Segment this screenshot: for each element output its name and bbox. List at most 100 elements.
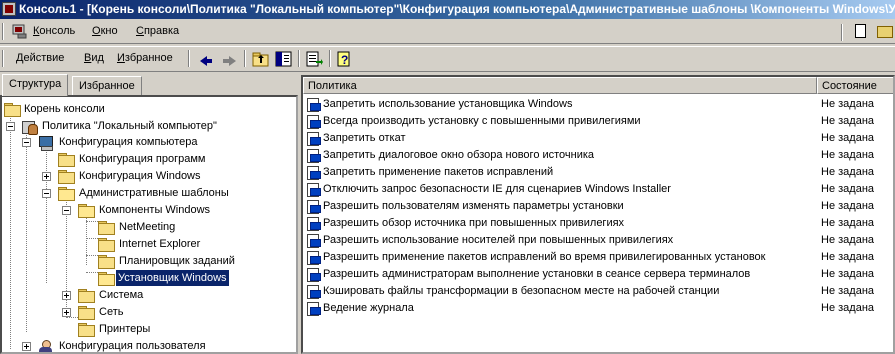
back-arrow-icon (200, 56, 212, 66)
tree-line (86, 255, 98, 256)
folder-icon (4, 103, 21, 117)
row-policy-name: Разрешить обзор источника при повышенных… (323, 217, 625, 229)
folder-icon (98, 255, 115, 269)
policy-setting-icon (307, 216, 321, 231)
policy-list[interactable]: Политика Состояние Запретить использован… (301, 75, 895, 354)
row-policy-name: Разрешить пользователям изменять парамет… (323, 200, 624, 212)
tree-tabs: Структура Избранное (0, 74, 300, 96)
actionbar-grip (2, 50, 4, 67)
menu-help-label: правка (143, 25, 180, 37)
export-list-button[interactable] (304, 50, 326, 70)
help-button[interactable]: ? (336, 50, 358, 70)
tab-structure[interactable]: Структура (2, 74, 69, 96)
tree-node-label: Корень консоли (24, 103, 105, 115)
folder-icon (98, 221, 115, 235)
expand-icon[interactable] (62, 308, 71, 317)
menu-help[interactable]: Справка (136, 25, 179, 37)
list-row[interactable]: Ведение журнала Не задана (303, 300, 893, 317)
console-tree[interactable]: Корень консоли Политика "Локальный компь… (0, 95, 298, 354)
folder-icon (78, 323, 95, 337)
window-title: Консоль1 - [Корень консоли\Политика "Лок… (19, 2, 895, 16)
row-policy-state: Не задана (821, 285, 875, 297)
forward-button[interactable] (219, 50, 241, 70)
tree-node-label: NetMeeting (119, 221, 176, 233)
folder-icon (78, 306, 95, 320)
policy-setting-icon (307, 267, 321, 282)
policy-setting-icon (307, 131, 321, 146)
tree-node-label: Административные шаблоны (79, 187, 229, 199)
new-document-icon[interactable] (855, 24, 866, 38)
back-button[interactable] (196, 50, 218, 70)
menu-console[interactable]: Консоль (33, 25, 75, 37)
collapse-icon[interactable] (6, 122, 15, 131)
list-row[interactable]: Разрешить администраторам выполнение уст… (303, 266, 893, 283)
menubar-right-toolbar (835, 21, 895, 43)
policy-setting-icon (307, 284, 321, 299)
list-row[interactable]: Кэшировать файлы трансформации в безопас… (303, 283, 893, 300)
open-folder-icon (98, 272, 115, 286)
policy-setting-icon (307, 148, 321, 163)
row-policy-state: Не задана (821, 268, 875, 280)
tree-node-label: Политика "Локальный компьютер" (42, 120, 217, 132)
expand-icon[interactable] (42, 172, 51, 181)
row-policy-name: Разрешить администраторам выполнение уст… (323, 268, 751, 280)
row-policy-name: Запретить использование установщика Wind… (323, 98, 573, 110)
up-one-level-button[interactable] (251, 50, 273, 70)
svg-text:?: ? (341, 53, 348, 67)
row-policy-name: Отключить запрос безопасности IE для сце… (323, 183, 671, 195)
menu-action-label: ействие (23, 52, 65, 64)
list-header: Политика Состояние (303, 77, 893, 94)
collapse-icon[interactable] (42, 189, 51, 198)
tree-line (10, 115, 11, 349)
list-row[interactable]: Всегда производить установку с повышенны… (303, 113, 893, 130)
menu-view-label: ид (91, 52, 104, 64)
menu-action[interactable]: Действие (16, 52, 64, 64)
list-row[interactable]: Запретить использование установщика Wind… (303, 96, 893, 113)
open-folder-icon[interactable] (877, 26, 893, 38)
menu-console-label: онсоль (39, 25, 76, 37)
menu-view[interactable]: Вид (84, 52, 104, 64)
tab-favorites[interactable]: Избранное (72, 76, 142, 96)
policy-setting-icon (307, 250, 321, 265)
row-policy-state: Не задана (821, 251, 875, 263)
mmc-app-icon (2, 2, 16, 16)
expand-icon[interactable] (22, 342, 31, 351)
row-policy-state: Не задана (821, 183, 875, 195)
tree-line (86, 221, 98, 222)
row-policy-name: Кэшировать файлы трансформации в безопас… (323, 285, 720, 297)
list-row[interactable]: Разрешить пользователям изменять парамет… (303, 198, 893, 215)
folder-icon (98, 238, 115, 252)
tree-line (86, 272, 98, 273)
policy-setting-icon (307, 199, 321, 214)
column-header-state[interactable]: Состояние (817, 77, 893, 94)
list-row[interactable]: Запретить откат Не задана (303, 130, 893, 147)
expand-icon[interactable] (62, 291, 71, 300)
list-row[interactable]: Разрешить обзор источника при повышенных… (303, 215, 893, 232)
row-policy-state: Не задана (821, 234, 875, 246)
title-bar: Консоль1 - [Корень консоли\Политика "Лок… (0, 0, 895, 19)
collapse-icon[interactable] (62, 206, 71, 215)
collapse-icon[interactable] (22, 138, 31, 147)
tree-line (26, 131, 27, 332)
toolbar-separator (244, 50, 246, 67)
row-policy-state: Не задана (821, 98, 875, 110)
up-folder-icon (252, 52, 269, 67)
policy-setting-icon (307, 114, 321, 129)
computer-icon (38, 135, 54, 151)
policy-setting-icon (307, 233, 321, 248)
show-hide-tree-button[interactable] (274, 50, 296, 70)
list-row[interactable]: Запретить диалоговое окно обзора нового … (303, 147, 893, 164)
tree-node-label: Планировщик заданий (119, 255, 235, 267)
menu-favorites[interactable]: Избранное (117, 52, 173, 64)
list-row[interactable]: Разрешить применение пакетов исправлений… (303, 249, 893, 266)
menu-window[interactable]: Окно (92, 25, 118, 37)
list-row[interactable]: Разрешить использование носителей при по… (303, 232, 893, 249)
list-row[interactable]: Отключить запрос безопасности IE для сце… (303, 181, 893, 198)
row-policy-state: Не задана (821, 217, 875, 229)
menu-favorites-label: збранное (124, 52, 173, 64)
row-policy-name: Всегда производить установку с повышенны… (323, 115, 641, 127)
folder-icon (58, 153, 75, 167)
column-header-policy[interactable]: Политика (303, 77, 817, 94)
help-icon: ? (337, 51, 350, 67)
list-row[interactable]: Запретить применение пакетов исправлений… (303, 164, 893, 181)
